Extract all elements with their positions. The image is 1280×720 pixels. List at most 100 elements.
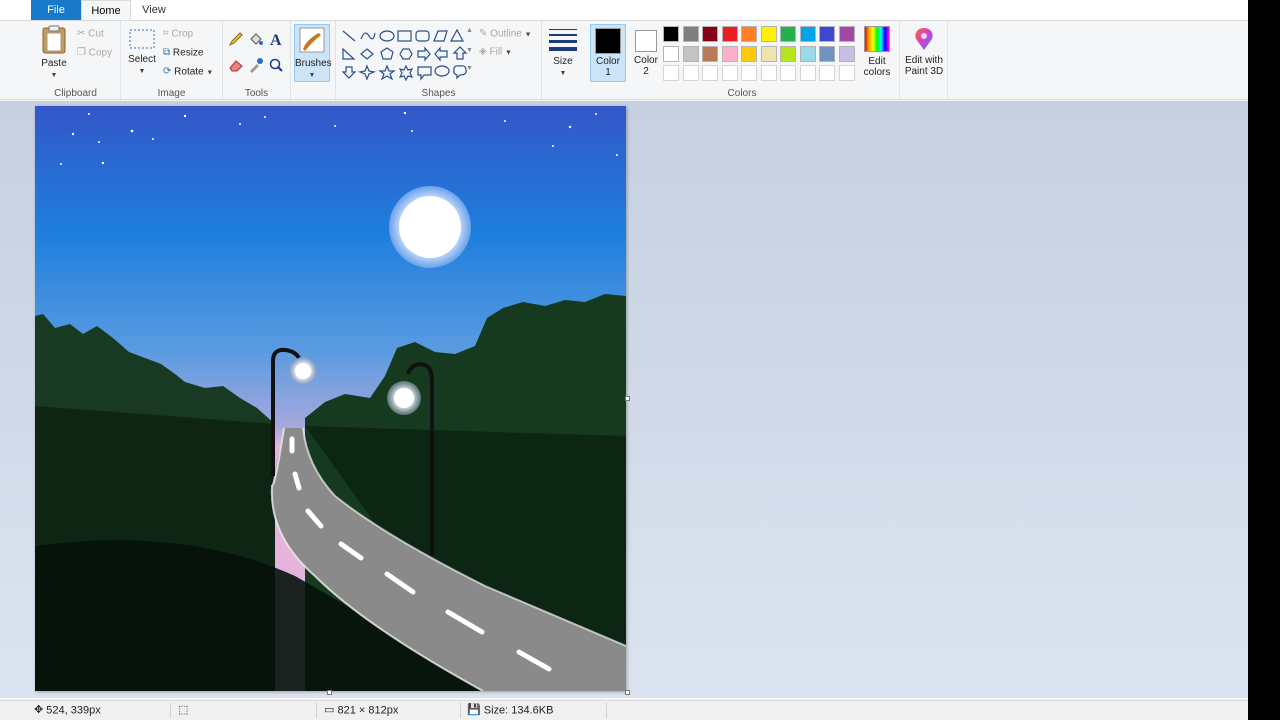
paste-dropdown-icon[interactable]: ▼ [51,72,58,79]
palette-swatch[interactable] [838,45,855,62]
custom-color-slot[interactable] [663,65,679,81]
cursor-position: ✥ 524, 339px [34,701,101,720]
edit-colors-button[interactable]: Edit colors [859,24,895,78]
status-divider [170,703,171,718]
outline-label: Outline [490,28,522,40]
shapes-group: ▲ ▼ ▼ ✎ Outline ▼ ◈ Fill ▼ Shapes [336,21,542,101]
palette-swatch[interactable] [799,26,816,42]
copy-icon: ❐ [77,47,86,58]
custom-color-slot[interactable] [682,65,699,81]
copy-button[interactable]: ❐ Copy [77,45,112,61]
custom-color-slot[interactable] [721,65,738,81]
fill-button[interactable]: ◈ Fill ▼ [479,44,512,60]
status-bar: ✥ 524, 339px ⬚ ▭ 821 × 812px 💾 Size: 134… [0,700,1248,720]
palette-swatch[interactable] [702,26,718,42]
file-size-value: Size: 134.6KB [483,704,554,717]
palette-swatch[interactable] [741,45,757,62]
resize-button[interactable]: ⧉ Resize [163,45,204,61]
rotate-dropdown-icon: ▼ [206,69,214,77]
magnifier-icon[interactable] [268,57,284,73]
select-dropdown-icon[interactable]: ▼ [139,68,146,75]
palette-swatch[interactable] [721,45,738,62]
copy-label: Copy [88,47,113,59]
tab-home[interactable]: Home [81,0,131,20]
color-picker-icon[interactable] [248,57,264,73]
selection-size: ⬚ [178,701,188,720]
brushes-button[interactable]: Brushes ▼ [294,24,332,82]
pencil-icon[interactable] [228,31,244,47]
resize-label: Resize [172,47,204,59]
canvas-work-area [0,101,1248,698]
palette-swatch[interactable] [741,26,757,42]
palette-swatch[interactable] [780,26,796,42]
edit-with-paint3d-button[interactable]: Edit with Paint 3D [902,26,946,77]
palette-swatch[interactable] [838,26,855,42]
palette-swatch[interactable] [760,45,777,62]
outline-dropdown-icon: ▼ [524,31,532,39]
fill-bucket-icon[interactable] [248,31,264,47]
resize-handle-corner[interactable] [625,690,630,695]
size-dropdown-icon: ▼ [559,70,567,77]
resize-icon: ⧉ [163,47,171,58]
color1-swatch [595,28,621,54]
palette-swatch[interactable] [819,26,835,42]
fill-icon: ◈ [479,46,487,57]
paint3d-icon [915,28,933,50]
select-button[interactable]: Select ▼ [125,27,159,76]
palette-swatch[interactable] [799,45,816,62]
svg-text:A: A [270,32,282,47]
outline-icon: ✎ [479,28,488,39]
outline-button[interactable]: ✎ Outline ▼ [479,26,532,42]
eraser-icon[interactable] [228,57,244,73]
brushes-label: Brushes [295,58,332,69]
custom-color-slot[interactable] [760,65,777,81]
paste-button[interactable]: Paste ▼ [37,25,71,80]
tab-file[interactable]: File [31,0,81,20]
custom-color-slot[interactable] [741,65,757,81]
palette-swatch[interactable] [663,26,679,42]
crosshair-icon: ✥ [34,704,44,716]
drawing-canvas[interactable] [35,106,626,691]
palette-swatch[interactable] [682,26,699,42]
shapes-expand-icon[interactable]: ▼ [466,65,473,72]
shapes-scroll-down-icon[interactable]: ▼ [466,47,473,54]
color-spectrum-icon [864,26,890,52]
tab-view[interactable]: View [131,0,177,20]
color1-label-line2: 1 [605,67,611,78]
color2-button[interactable]: Color 2 [629,24,663,82]
custom-color-slot[interactable] [780,65,796,81]
palette-swatch[interactable] [721,26,738,42]
shapes-gallery[interactable] [340,27,470,81]
size-label: Size [553,56,573,67]
brush-icon [299,27,325,53]
rotate-button[interactable]: ⟳ Rotate ▼ [163,64,213,80]
custom-color-slot[interactable] [838,65,855,81]
palette-swatch[interactable] [702,45,718,62]
palette-swatch[interactable] [780,45,796,62]
text-icon[interactable]: A [268,31,284,47]
custom-color-slot[interactable] [819,65,835,81]
palette-swatch[interactable] [760,26,777,42]
custom-color-slot[interactable] [799,65,816,81]
resize-handle-right[interactable] [625,396,630,401]
color2-label-line2: 2 [643,66,649,77]
edit-colors-line2: colors [863,67,891,78]
crop-button[interactable]: ⌗ Crop [163,26,193,42]
ribbon-tab-bar: File Home View [0,0,1248,20]
selection-icon: ⬚ [178,704,189,716]
crop-label: Crop [171,28,194,40]
scissors-icon: ✂ [77,28,86,39]
image-group: Select ▼ ⌗ Crop ⧉ Resize ⟳ Rotate ▼ Imag… [121,21,223,101]
palette-swatch[interactable] [819,45,835,62]
resize-handle-bottom[interactable] [327,690,332,695]
cut-button[interactable]: ✂ Cut [77,26,104,42]
color1-button[interactable]: Color 1 [590,24,626,82]
shapes-scroll-up-icon[interactable]: ▲ [466,27,473,34]
palette-swatch[interactable] [682,45,699,62]
crop-icon: ⌗ [163,28,169,39]
size-button[interactable]: Size ▼ [546,27,580,78]
rotate-icon: ⟳ [163,66,172,77]
custom-color-slot[interactable] [702,65,718,81]
clipboard-group: Paste ▼ ✂ Cut ❐ Copy Clipboard [31,21,121,101]
palette-swatch[interactable] [663,45,679,62]
